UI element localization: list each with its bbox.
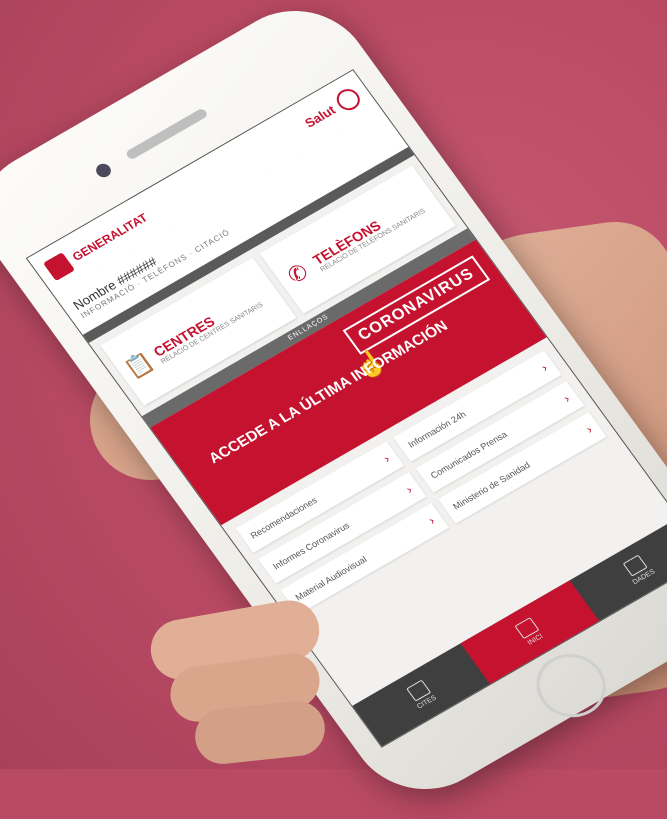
chevron-right-icon: › [560, 391, 573, 406]
chevron-right-icon: › [403, 482, 415, 497]
chevron-right-icon: › [380, 451, 393, 466]
clipboard-icon: 📋 [119, 348, 159, 383]
chevron-right-icon: › [538, 360, 551, 375]
centres-title: CENTRES [150, 312, 218, 360]
chevron-right-icon: › [425, 513, 438, 528]
generalitat-logo-icon [43, 252, 76, 282]
telefons-title: TELÈFONS [309, 216, 384, 268]
chevron-right-icon: › [583, 422, 595, 437]
front-camera-icon [93, 161, 114, 180]
tab-cites[interactable]: CITES [352, 643, 490, 746]
speaker-grill [124, 107, 209, 161]
profile-icon[interactable] [332, 85, 365, 115]
brand-right-label: Salut [301, 102, 338, 131]
phone-icon: ✆ [282, 258, 314, 289]
